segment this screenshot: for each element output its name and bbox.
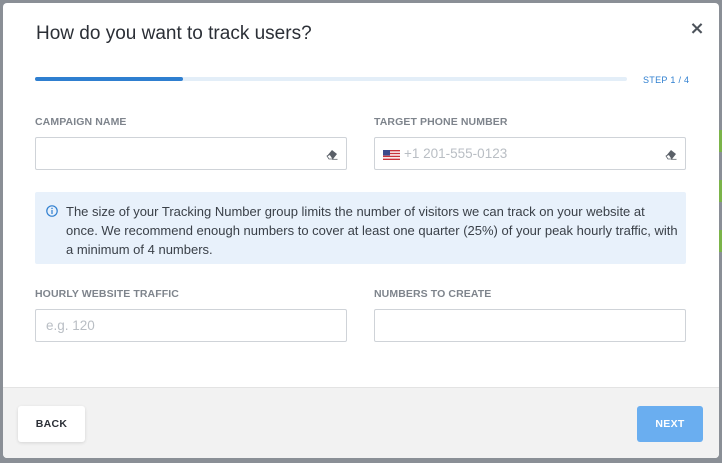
info-text: The size of your Tracking Number group l… <box>66 204 678 257</box>
back-button[interactable]: BACK <box>18 406 85 442</box>
target-phone-label: TARGET PHONE NUMBER <box>374 116 508 128</box>
target-phone-field <box>374 137 686 170</box>
eraser-icon[interactable] <box>665 148 677 160</box>
numbers-to-create-input[interactable] <box>375 310 685 341</box>
campaign-name-input[interactable] <box>36 138 346 169</box>
info-icon <box>46 205 58 217</box>
modal-footer: BACK NEXT <box>3 387 719 458</box>
numbers-to-create-field <box>374 309 686 342</box>
hourly-traffic-field <box>35 309 347 342</box>
info-notice: The size of your Tracking Number group l… <box>35 192 686 264</box>
step-progress-bar <box>35 77 627 81</box>
close-icon[interactable]: × <box>689 20 705 38</box>
campaign-name-label: CAMPAIGN NAME <box>35 116 127 128</box>
eraser-icon[interactable] <box>326 148 338 160</box>
step-progress-fill <box>35 77 183 81</box>
campaign-name-field <box>35 137 347 170</box>
us-flag-icon[interactable] <box>383 150 400 160</box>
modal-title: How do you want to track users? <box>36 23 312 44</box>
target-phone-input[interactable] <box>375 138 685 169</box>
numbers-to-create-label: NUMBERS TO CREATE <box>374 288 492 300</box>
hourly-traffic-label: HOURLY WEBSITE TRAFFIC <box>35 288 179 300</box>
next-button[interactable]: NEXT <box>637 406 703 442</box>
tracking-setup-modal: How do you want to track users? × STEP 1… <box>3 3 719 458</box>
step-indicator: STEP 1 / 4 <box>643 75 690 85</box>
hourly-traffic-input[interactable] <box>36 310 346 341</box>
